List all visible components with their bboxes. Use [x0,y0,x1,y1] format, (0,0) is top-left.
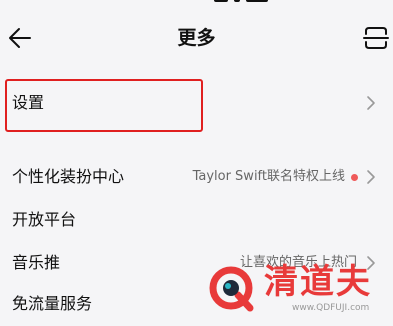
watermark-text: 清道夫 [264,262,372,302]
menu-item-label: 免流量服务 [12,294,93,313]
menu-item-open-platform[interactable]: 开放平台 [0,198,393,242]
menu-item-label: 个性化装扮中心 [12,167,125,186]
status-bar-remnant [214,0,274,2]
page-title: 更多 [177,27,216,49]
chevron-right-icon [367,96,375,110]
menu-item-label: 开放平台 [12,210,77,229]
chevron-right-icon [367,170,375,184]
menu-item-label: 音乐推 [12,253,61,272]
top-bar: 更多 [0,0,393,64]
scan-icon[interactable] [362,24,390,52]
new-badge-dot [351,174,358,181]
watermark-url: www.QDFUJI.com [292,303,370,313]
menu-item-personalize[interactable]: 个性化装扮中心 Taylor Swift联名特权上线 [0,155,393,199]
highlight-box [5,79,203,132]
menu-item-description: Taylor Swift联名特权上线 [192,169,345,184]
watermark: 清道夫 www.QDFUJI.com [200,262,393,314]
watermark-logo-icon [209,266,254,312]
